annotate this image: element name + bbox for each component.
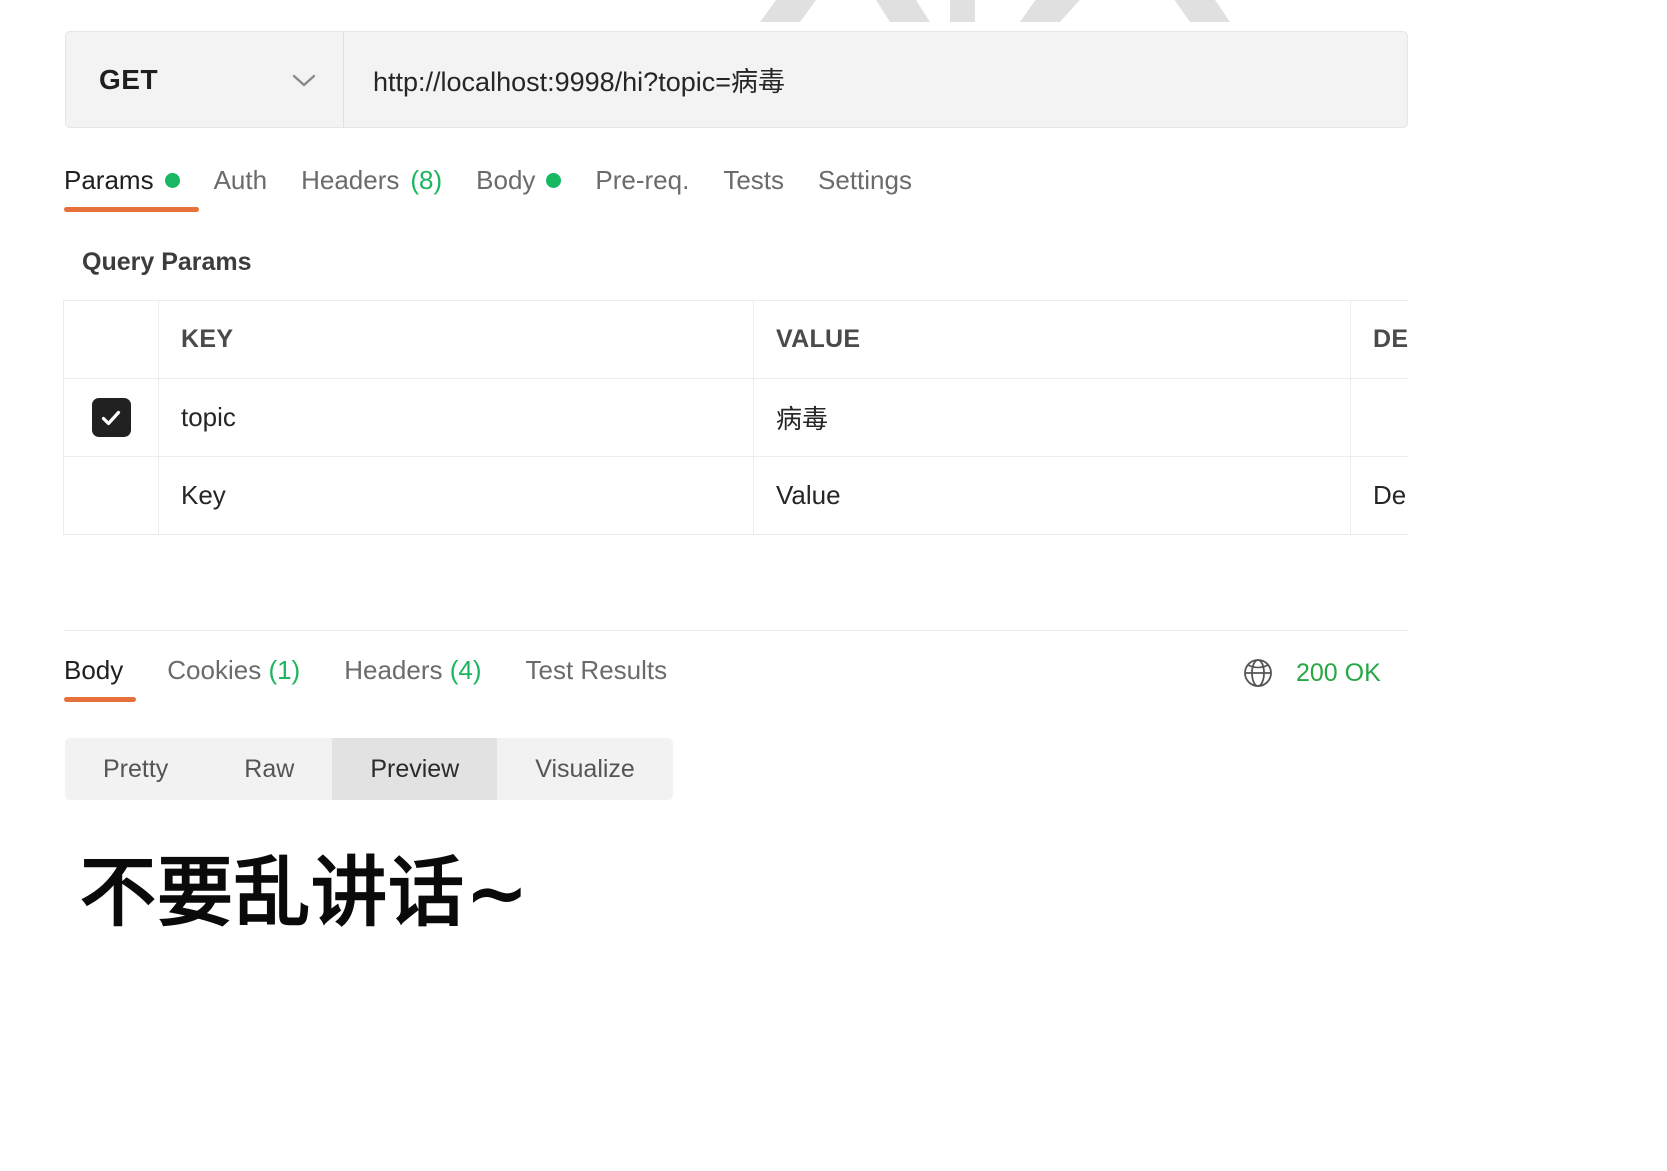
view-mode-visualize-label: Visualize [535,754,635,783]
active-tab-underline [64,207,199,212]
response-section-divider [63,630,1408,631]
tab-body[interactable]: Body [476,165,582,212]
response-tab-test-results-label: Test Results [525,655,668,685]
request-url-bar: GET http://localhost:9998/hi?topic=病毒 [65,31,1408,128]
tab-params-label: Params [64,165,154,195]
response-tabs: Body Cookies (1) Headers (4) Test Result… [64,655,711,702]
tab-tests[interactable]: Tests [723,165,805,212]
response-status: 200 OK [1242,657,1381,689]
http-method-label: GET [99,63,159,95]
row-description-cell[interactable] [1350,378,1408,457]
tab-settings-label: Settings [818,165,912,195]
globe-icon [1242,657,1274,689]
response-tab-cookies[interactable]: Cookies (1) [167,655,300,702]
background-watermark [760,0,1240,22]
view-mode-pretty-label: Pretty [103,754,169,783]
tab-pre-request[interactable]: Pre-req. [595,165,710,212]
header-key: KEY [158,300,754,379]
view-mode-preview[interactable]: Preview [332,738,498,800]
body-modified-dot-icon [546,173,562,188]
response-tab-cookies-count: (1) [268,655,301,685]
response-tab-body-label: Body [64,655,124,685]
response-tab-headers-label: Headers [344,655,443,685]
placeholder-checkbox-cell [63,456,159,535]
placeholder-description-cell[interactable]: De [1350,456,1408,535]
http-method-select[interactable]: GET [66,32,344,127]
api-client-window: GET http://localhost:9998/hi?topic=病毒 Pa… [0,0,1408,1171]
status-code-text: 200 OK [1296,658,1381,687]
header-description: DE [1350,300,1408,379]
request-tabs: Params Auth Headers (8) Body Pre-req. Te… [64,165,933,212]
placeholder-value-cell[interactable]: Value [753,456,1351,535]
response-preview-content: 不要乱讲话~ [80,848,530,937]
row-value-cell[interactable]: 病毒 [753,378,1351,457]
query-params-table: KEY VALUE DE topic 病毒 Key Value De [63,300,1408,535]
request-url-input[interactable]: http://localhost:9998/hi?topic=病毒 [344,32,1407,127]
active-response-tab-underline [64,697,136,702]
row-checkbox-cell [63,378,159,457]
chevron-down-icon [291,72,317,88]
checkmark-icon [99,406,123,430]
view-mode-pretty[interactable]: Pretty [65,738,206,800]
response-tab-body[interactable]: Body [64,655,136,702]
tab-auth[interactable]: Auth [214,165,289,212]
view-mode-visualize[interactable]: Visualize [497,738,673,800]
params-modified-dot-icon [164,173,180,188]
tab-headers-count: (8) [410,165,443,195]
tab-auth-label: Auth [213,165,268,195]
view-mode-preview-label: Preview [370,754,460,783]
table-row: topic 病毒 [63,378,1408,457]
view-mode-raw[interactable]: Raw [206,738,332,800]
tab-tests-label: Tests [723,165,785,195]
tab-settings[interactable]: Settings [818,165,933,212]
row-key-cell[interactable]: topic [158,378,754,457]
view-mode-raw-label: Raw [244,754,295,783]
placeholder-key-cell[interactable]: Key [158,456,754,535]
response-tab-cookies-label: Cookies [167,655,262,685]
tab-pre-request-label: Pre-req. [595,165,690,195]
tab-headers[interactable]: Headers (8) [301,165,463,212]
response-view-switch: Pretty Raw Preview Visualize [65,738,673,800]
tab-headers-label: Headers [301,165,400,195]
table-header-row: KEY VALUE DE [63,300,1408,379]
response-tab-headers-count: (4) [449,655,482,685]
response-tab-test-results[interactable]: Test Results [526,655,668,702]
response-tab-headers[interactable]: Headers (4) [344,655,481,702]
tab-params[interactable]: Params [64,165,201,212]
header-value: VALUE [753,300,1351,379]
header-checkbox-col [63,300,159,379]
query-params-title: Query Params [82,248,252,276]
tab-body-label: Body [476,165,536,195]
row-enabled-checkbox[interactable] [91,398,131,437]
table-row-placeholder: Key Value De [63,456,1408,535]
